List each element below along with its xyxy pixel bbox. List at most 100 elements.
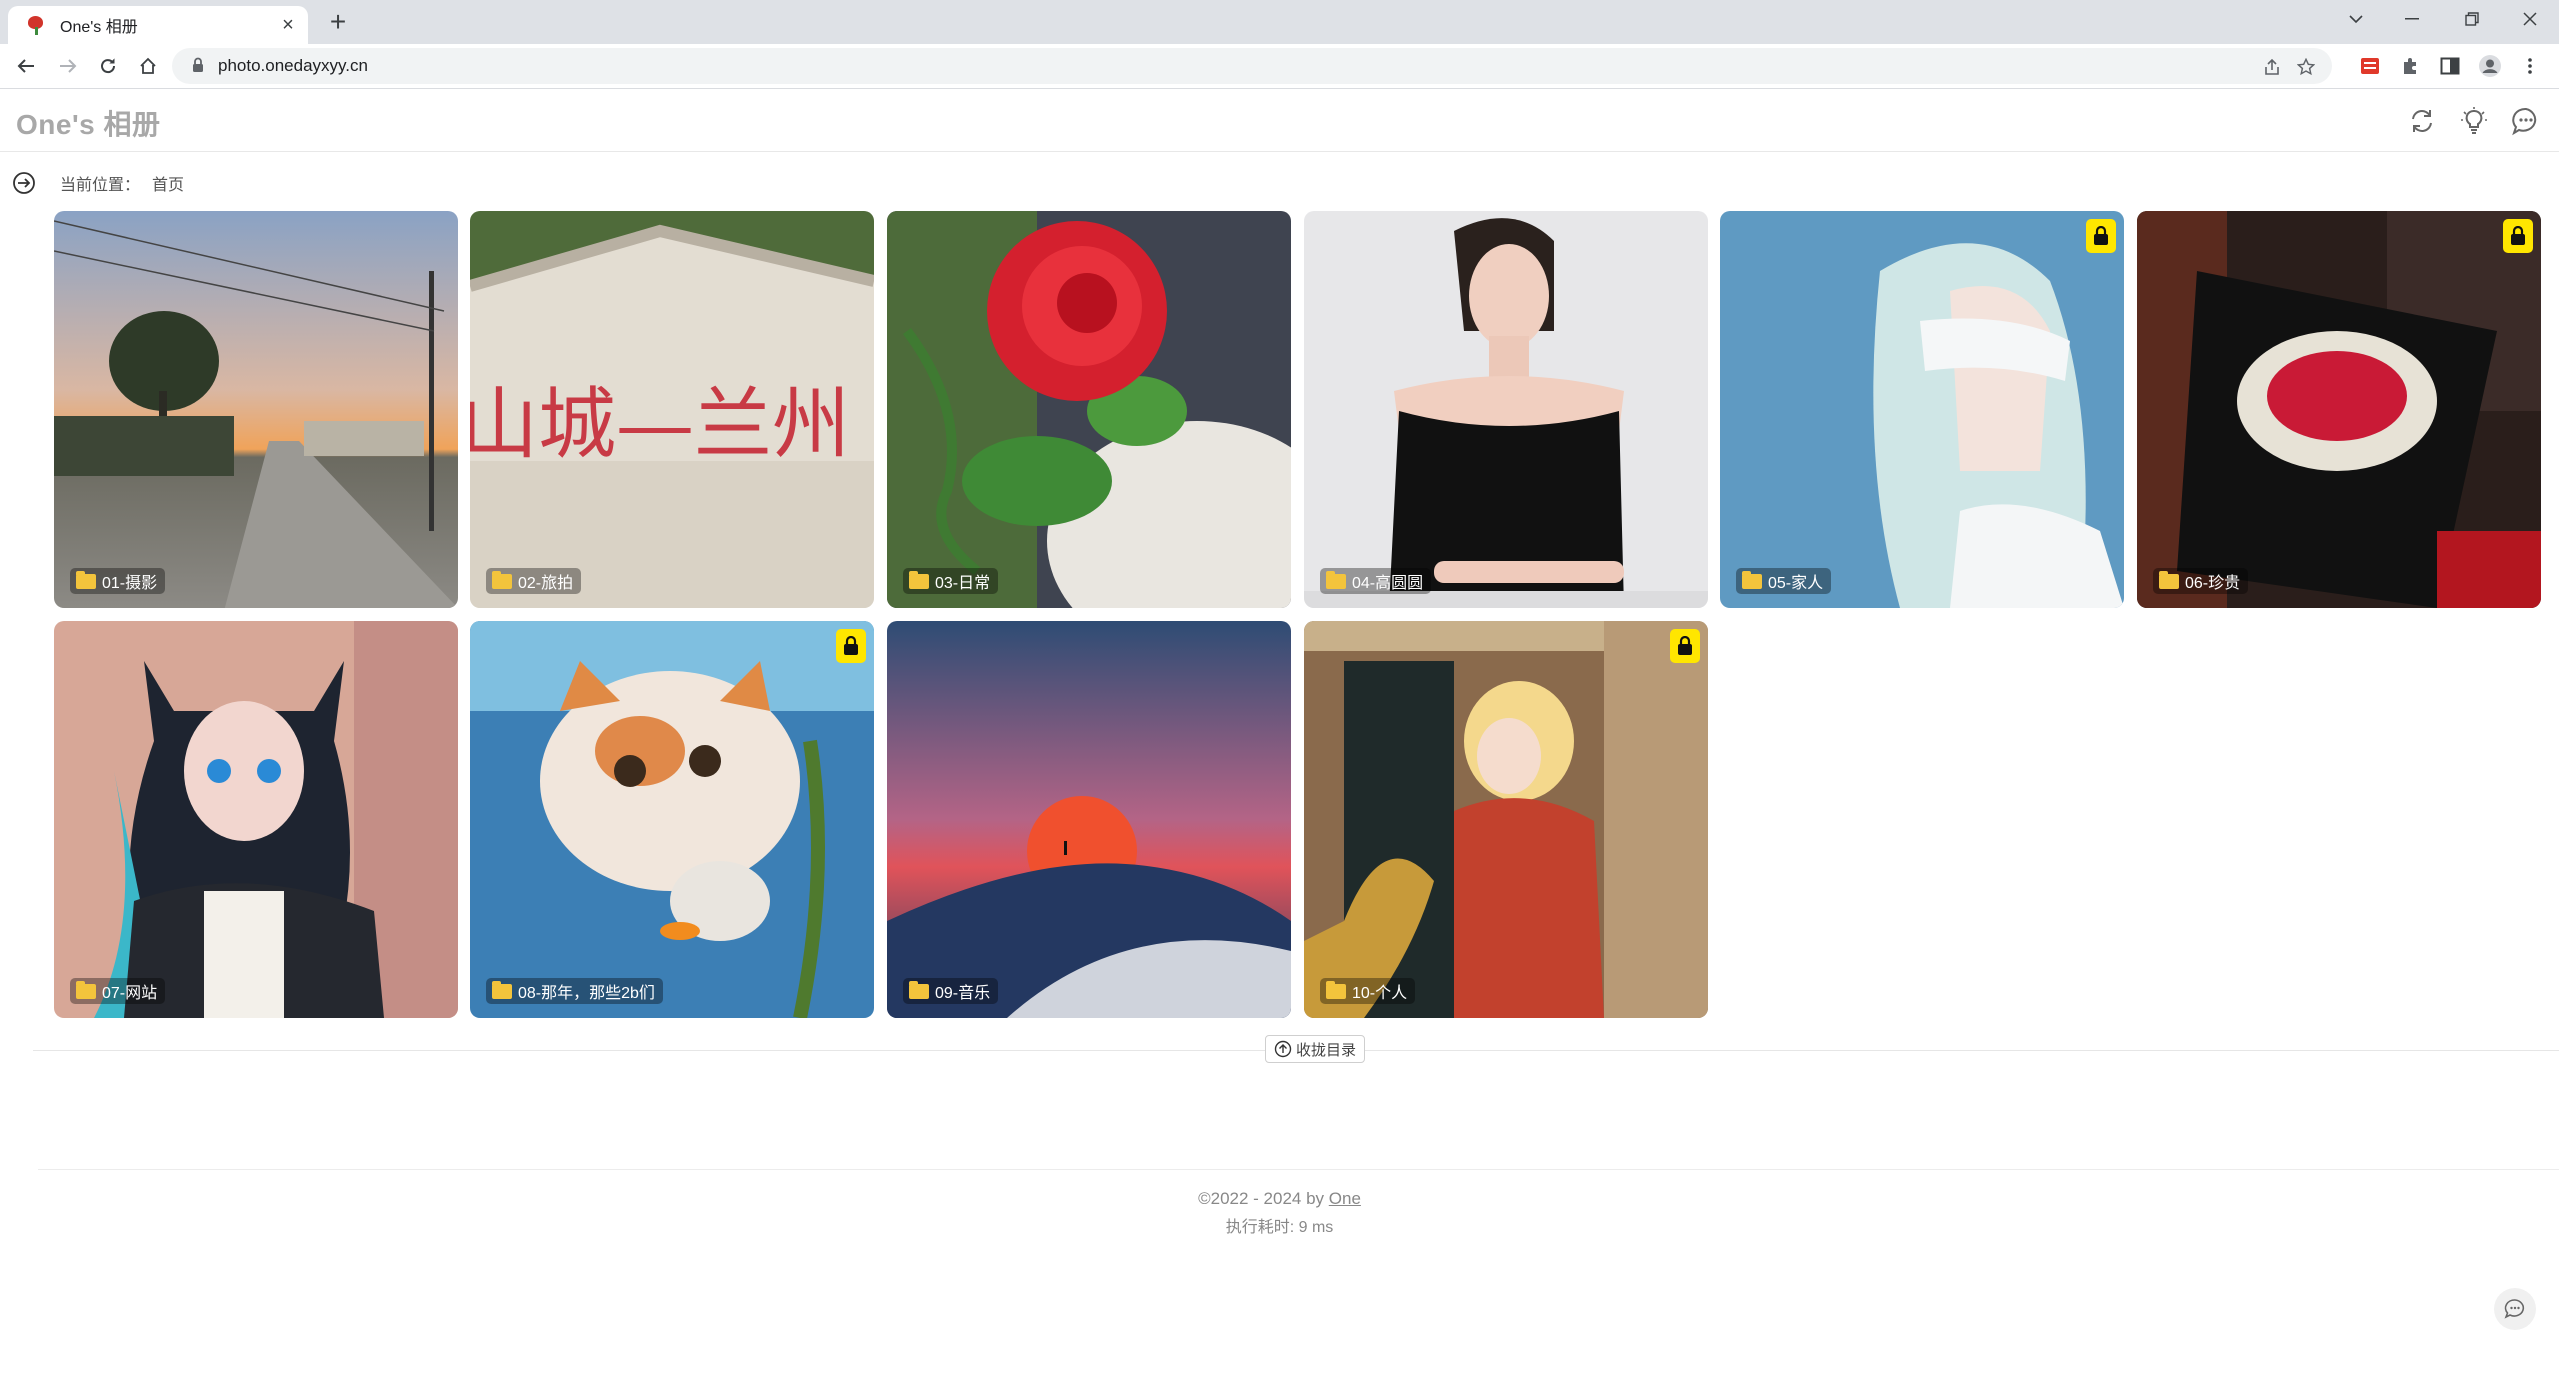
tab-close-button[interactable]: ×	[274, 11, 302, 39]
share-icon[interactable]	[2260, 56, 2284, 78]
folder-icon	[492, 980, 512, 999]
lock-badge	[2086, 219, 2116, 253]
folder-icon	[1742, 570, 1762, 589]
reader-extension-icon[interactable]	[2358, 54, 2382, 78]
album-label[interactable]: 06-珍贵	[2153, 568, 2249, 594]
album-title: 02-旅拍	[518, 575, 574, 592]
breadcrumb-label: 当前位置：	[60, 177, 141, 194]
floating-chat-button[interactable]	[2494, 1288, 2536, 1330]
rose-bouquet-photo	[2137, 211, 2541, 608]
collapse-label: 收拢目录	[1296, 1041, 1357, 1059]
breadcrumb: 当前位置： 首页	[60, 171, 184, 195]
album-label[interactable]: 05-家人	[1736, 568, 1832, 594]
lock-icon	[1678, 636, 1692, 655]
album-title: 01-摄影	[102, 575, 158, 592]
album-title: 03-日常	[935, 575, 991, 592]
extensions-puzzle-icon[interactable]	[2398, 54, 2422, 78]
lightbulb-icon[interactable]	[2458, 105, 2490, 137]
reload-button[interactable]	[92, 50, 124, 82]
chat-bubble-icon[interactable]	[2510, 105, 2542, 137]
album-label[interactable]: 07-网站	[70, 978, 166, 1004]
red-rose-photo	[887, 211, 1291, 608]
album-card[interactable]: 04-高圆圆	[1304, 211, 1708, 608]
collapse-directory-button[interactable]: 收拢目录	[1265, 1035, 1366, 1063]
browser-toolbar: photo.onedayxyy.cn	[0, 44, 2559, 89]
inscription-text: 山城—兰州	[470, 380, 850, 470]
album-title: 06-珍贵	[2185, 575, 2241, 592]
folder-icon	[1326, 980, 1346, 999]
arrow-up-circle-icon	[1274, 1040, 1292, 1058]
directory-toggle-icon[interactable]	[12, 171, 36, 195]
portrait-black-dress-photo	[1304, 211, 1708, 608]
folder-icon	[1326, 570, 1346, 589]
album-label[interactable]: 09-音乐	[903, 978, 999, 1004]
lock-badge	[2503, 219, 2533, 253]
folder-icon	[2159, 570, 2179, 589]
blonde-girl-red-jacket-art	[1304, 621, 1708, 1018]
album-title: 10-个人	[1352, 985, 1408, 1002]
album-card[interactable]: 08-那年，那些2b们	[470, 621, 874, 1018]
lock-badge	[836, 629, 866, 663]
close-window-button[interactable]	[2500, 0, 2559, 38]
lock-icon	[2511, 226, 2525, 245]
lock-icon	[844, 636, 858, 655]
minimize-button[interactable]	[2382, 0, 2442, 38]
url-text[interactable]: photo.onedayxyy.cn	[218, 56, 368, 76]
rose-favicon-icon	[26, 15, 46, 35]
new-tab-button[interactable]: +	[322, 6, 354, 38]
album-label[interactable]: 02-旅拍	[486, 568, 582, 594]
album-label[interactable]: 04-高圆圆	[1320, 568, 1432, 594]
folder-icon	[909, 570, 929, 589]
folder-icon	[909, 980, 929, 999]
lock-icon[interactable]	[192, 57, 204, 78]
bookmark-star-icon[interactable]	[2294, 56, 2318, 78]
album-card[interactable]: 06-珍贵	[2137, 211, 2541, 608]
album-title: 05-家人	[1768, 575, 1824, 592]
album-card[interactable]: 03-日常	[887, 211, 1291, 608]
folder-icon	[76, 980, 96, 999]
folder-icon	[76, 570, 96, 589]
tab-search-chevron-icon[interactable]	[2326, 0, 2386, 38]
copyright-text: ©2022 - 2024 by	[1198, 1189, 1329, 1208]
tab-title: One's 相册	[60, 19, 138, 36]
breadcrumb-home-link[interactable]: 首页	[152, 177, 184, 194]
album-card[interactable]: 07-网站	[54, 621, 458, 1018]
side-panel-icon[interactable]	[2438, 54, 2462, 78]
browser-tab[interactable]: One's 相册 ×	[8, 6, 308, 44]
home-button[interactable]	[132, 50, 164, 82]
desert-sunset-art	[887, 621, 1291, 1018]
chat-bubble-icon	[2504, 1299, 2525, 1319]
footer-copyright: ©2022 - 2024 by One	[0, 1189, 2559, 1209]
underwater-kitten-art	[470, 621, 874, 1018]
browser-menu-icon[interactable]	[2518, 54, 2542, 78]
lock-badge	[1670, 629, 1700, 663]
album-card[interactable]: 05-家人	[1720, 211, 2124, 608]
sunset-road-photo	[54, 211, 458, 608]
author-link[interactable]: One	[1329, 1189, 1361, 1208]
lock-icon	[2094, 226, 2108, 245]
album-card[interactable]: 01-摄影	[54, 211, 458, 608]
footer-divider	[38, 1169, 2559, 1170]
profile-avatar-icon[interactable]	[2478, 54, 2502, 78]
album-label[interactable]: 01-摄影	[70, 568, 166, 594]
refresh-icon[interactable]	[2406, 105, 2438, 137]
browser-tab-strip: One's 相册 × +	[0, 0, 2559, 44]
restore-button[interactable]	[2442, 0, 2502, 38]
album-title: 08-那年，那些2b们	[518, 985, 655, 1002]
album-title: 04-高圆圆	[1352, 575, 1424, 592]
forward-button[interactable]	[52, 50, 84, 82]
exec-time: 执行耗时: 9 ms	[1225, 1219, 1334, 1236]
album-card[interactable]: 10-个人	[1304, 621, 1708, 1018]
blindfolded-girl-art	[1720, 211, 2124, 608]
album-title: 09-音乐	[935, 985, 991, 1002]
album-label[interactable]: 10-个人	[1320, 978, 1416, 1004]
address-bar[interactable]: photo.onedayxyy.cn	[172, 48, 2332, 84]
back-button[interactable]	[10, 50, 42, 82]
album-card[interactable]: 山城—兰州 02-旅拍	[470, 211, 874, 608]
album-label[interactable]: 08-那年，那些2b们	[486, 978, 663, 1004]
site-brand[interactable]: One's 相册	[16, 103, 160, 143]
album-label[interactable]: 03-日常	[903, 568, 999, 594]
anime-cat-girl-art	[54, 621, 458, 1018]
site-header: One's 相册	[0, 89, 2559, 152]
album-card[interactable]: 09-音乐	[887, 621, 1291, 1018]
